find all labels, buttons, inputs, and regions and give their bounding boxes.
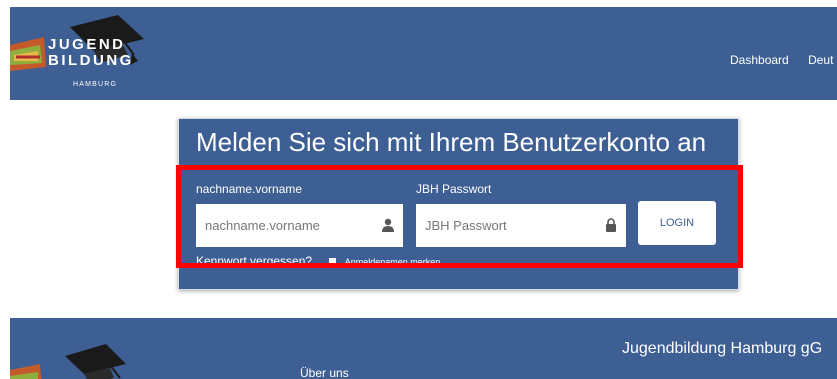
logo-text-line2: BILDUNG (48, 52, 134, 69)
login-options: Kennwort vergessen? Anmeldenamen merken (196, 254, 441, 267)
forgot-password-link[interactable]: Kennwort vergessen? (196, 254, 312, 263)
footer-about-link[interactable]: Über uns (300, 366, 349, 379)
logo-text-line1: JUGEND (48, 36, 126, 53)
remember-label: Anmeldenamen merken (344, 256, 441, 267)
login-button[interactable]: LOGIN (638, 201, 716, 245)
password-placeholder: JBH Passwort (425, 218, 507, 233)
highlight-box: nachname.vorname JBH Passwort nachname.v… (176, 165, 743, 268)
footer-company-name: Jugendbildung Hamburg gG (622, 340, 823, 357)
username-input[interactable]: nachname.vorname (196, 204, 403, 247)
lock-icon (606, 218, 616, 232)
password-input[interactable]: JBH Passwort (416, 204, 626, 247)
footer-logo-icon[interactable] (10, 326, 130, 379)
login-card: Melden Sie sich mit Ihrem Benutzerkonto … (176, 118, 743, 290)
remember-checkbox[interactable] (329, 258, 337, 263)
logo-text-line3: HAMBURG (73, 81, 118, 88)
username-placeholder: nachname.vorname (205, 218, 320, 233)
nav-item-language[interactable]: Deut (808, 53, 833, 67)
username-label: nachname.vorname (196, 182, 303, 196)
site-header: JUGEND BILDUNG HAMBURG Dashboard Deut (10, 7, 837, 100)
main-nav: Dashboard Deut (730, 53, 837, 67)
user-icon (382, 218, 394, 232)
password-label: JBH Passwort (416, 182, 492, 196)
nav-item-dashboard[interactable]: Dashboard (730, 53, 789, 67)
site-logo[interactable]: JUGEND BILDUNG HAMBURG (10, 15, 150, 95)
login-title: Melden Sie sich mit Ihrem Benutzerkonto … (196, 127, 707, 157)
site-footer: Über uns Jugendbildung Hamburg gG (10, 318, 837, 379)
